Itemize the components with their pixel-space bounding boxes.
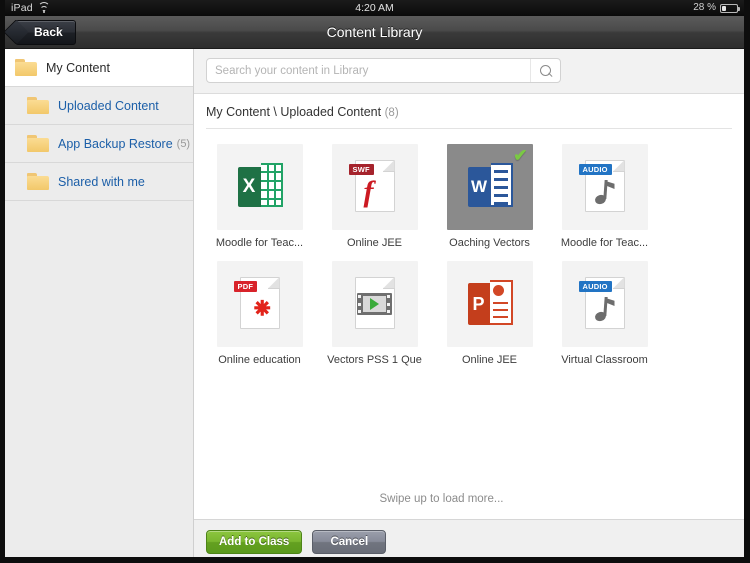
ipad-device-frame: iPad 4:20 AM 28 % Back Content Library M… <box>0 0 750 563</box>
selected-check-icon: ✔ <box>513 146 528 165</box>
pdf-file-icon: PDF ⁕ <box>233 275 287 333</box>
add-to-class-button[interactable]: Add to Class <box>206 529 303 554</box>
video-file-icon <box>348 275 402 333</box>
search-bar-row <box>194 49 744 94</box>
status-bar-left: iPad <box>11 0 50 16</box>
breadcrumb-path: My Content \ Uploaded Content <box>206 105 382 119</box>
audio-badge: AUDIO <box>578 281 612 292</box>
carrier-label: iPad <box>11 2 33 14</box>
content-tile[interactable]: X Moodle for Teac... <box>206 144 313 249</box>
content-tile-label: Oaching Vectors <box>449 237 530 249</box>
audio-badge: AUDIO <box>578 164 612 175</box>
breadcrumb: My Content \ Uploaded Content (8) <box>206 105 732 129</box>
search-box[interactable] <box>206 58 561 83</box>
folder-icon <box>27 97 49 114</box>
content-grid: X Moodle for Teac... SWF f Online JEE W ✔ Oachi… <box>194 138 744 378</box>
content-tile-thumbnail[interactable]: PDF ⁕ <box>216 261 303 347</box>
folder-icon <box>15 59 37 76</box>
sidebar-item-app-backup-restore[interactable]: App Backup Restore (5) <box>5 125 193 163</box>
excel-file-icon: X <box>233 158 287 216</box>
content-tile-label: Moodle for Teac... <box>560 237 649 249</box>
play-icon <box>369 298 379 310</box>
wifi-icon <box>37 1 50 13</box>
audio-file-icon: AUDIO <box>578 158 632 216</box>
word-file-icon: W <box>463 158 517 216</box>
content-tile[interactable]: W ✔ Oaching Vectors <box>436 144 543 249</box>
back-button-label: Back <box>34 25 63 39</box>
content-grid-scroll[interactable]: X Moodle for Teac... SWF f Online JEE W ✔ Oachi… <box>194 138 744 493</box>
sidebar-item-count: (5) <box>176 137 191 150</box>
content-tile-thumbnail[interactable]: W ✔ <box>446 144 533 230</box>
add-to-class-label: Add to Class <box>219 535 290 548</box>
back-button[interactable]: Back <box>15 19 76 45</box>
content-tile-label: Vectors PSS 1 Que <box>327 354 422 366</box>
page-title: Content Library <box>326 24 423 40</box>
powerpoint-file-icon: P <box>463 275 517 333</box>
sidebar-item-label: App Backup Restore <box>58 136 173 151</box>
content-tile[interactable]: SWF f Online JEE <box>321 144 428 249</box>
cancel-label: Cancel <box>330 535 369 548</box>
sidebar-item-label: Uploaded Content <box>58 98 159 113</box>
music-note-icon <box>593 297 617 323</box>
content-tile-thumbnail[interactable]: SWF f <box>331 144 418 230</box>
content-tile-thumbnail[interactable]: X <box>216 144 303 230</box>
content-tile[interactable]: P Online JEE <box>436 261 543 366</box>
main-panel: My Content \ Uploaded Content (8) X Moodl… <box>194 49 744 557</box>
content-split: My Content Uploaded Content App Backup R… <box>5 49 744 557</box>
content-tile[interactable]: AUDIO Moodle for Teac... <box>551 144 658 249</box>
audio-file-icon: AUDIO <box>578 275 632 333</box>
content-tile-label: Online JEE <box>346 237 403 249</box>
content-tile[interactable]: Vectors PSS 1 Que <box>321 261 428 366</box>
music-note-icon <box>593 180 617 206</box>
sidebar-item-shared-with-me[interactable]: Shared with me <box>5 163 193 201</box>
folder-icon <box>27 135 49 152</box>
footer-toolbar: Add to Class Cancel <box>194 519 744 557</box>
content-tile-label: Virtual Classroom <box>561 354 648 366</box>
cancel-button[interactable]: Cancel <box>312 529 387 554</box>
swf-badge: SWF <box>348 164 374 175</box>
status-bar: iPad 4:20 AM 28 % <box>5 0 744 16</box>
breadcrumb-count: (8) <box>384 107 399 119</box>
sidebar-empty-area <box>5 201 193 557</box>
filmstrip-icon <box>356 293 392 315</box>
swf-file-icon: SWF f <box>348 158 402 216</box>
content-tile-label: Online JEE <box>461 354 518 366</box>
sidebar-item-label: My Content <box>46 60 110 75</box>
breadcrumb-row: My Content \ Uploaded Content (8) <box>194 94 744 138</box>
content-tile[interactable]: AUDIO Virtual Classroom <box>551 261 658 366</box>
content-tile-thumbnail[interactable]: AUDIO <box>561 261 648 347</box>
pdf-badge: PDF <box>233 281 258 292</box>
content-tile-label: Moodle for Teac... <box>215 237 304 249</box>
sidebar-item-label: Shared with me <box>58 174 145 189</box>
folder-icon <box>27 173 49 190</box>
sidebar-item-my-content[interactable]: My Content <box>5 49 193 87</box>
status-bar-right: 28 % <box>693 0 740 16</box>
search-input[interactable] <box>207 64 530 77</box>
navigation-bar: Back Content Library <box>5 16 744 49</box>
search-icon[interactable] <box>530 59 560 82</box>
content-tile-thumbnail[interactable]: P <box>446 261 533 347</box>
content-tile-label: Online education <box>218 354 301 366</box>
content-tile-thumbnail[interactable]: AUDIO <box>561 144 648 230</box>
content-tile[interactable]: PDF ⁕ Online education <box>206 261 313 366</box>
status-bar-clock: 4:20 AM <box>355 2 394 14</box>
sidebar-item-uploaded-content[interactable]: Uploaded Content <box>5 87 193 125</box>
content-tile-thumbnail[interactable] <box>331 261 418 347</box>
battery-icon <box>720 3 740 13</box>
battery-percent-label: 28 % <box>693 2 716 13</box>
sidebar: My Content Uploaded Content App Backup R… <box>5 49 194 557</box>
swipe-hint-label: Swipe up to load more... <box>379 493 504 505</box>
